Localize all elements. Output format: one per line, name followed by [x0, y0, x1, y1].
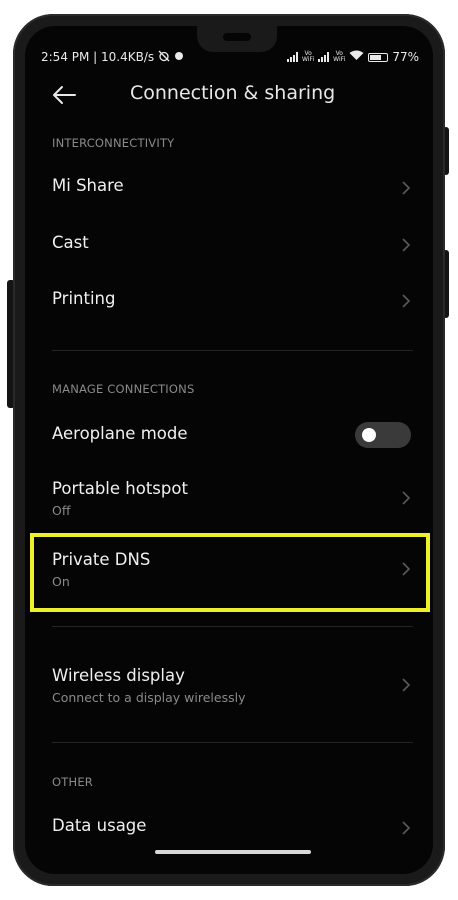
battery-percent: 77% — [392, 50, 419, 64]
divider — [52, 350, 413, 351]
row-title: Cast — [52, 233, 89, 252]
vowifi-label-2: Vo WiFi — [333, 50, 346, 63]
row-title: Aeroplane mode — [52, 424, 188, 443]
list-item-portable-hotspot[interactable]: Portable hotspot Off — [25, 470, 433, 522]
back-arrow-icon[interactable] — [51, 83, 77, 107]
section-label-other: OTHER — [52, 775, 93, 789]
page-title: Connection & sharing — [130, 82, 336, 104]
row-title: Mi Share — [52, 176, 124, 195]
earpiece — [223, 33, 251, 41]
status-time-speed: 2:54 PM | 10.4KB/s — [41, 50, 155, 64]
home-indicator[interactable] — [155, 850, 311, 854]
chevron-right-icon — [402, 491, 411, 505]
chevron-right-icon — [402, 821, 411, 835]
chevron-right-icon — [402, 181, 411, 195]
chevron-right-icon — [402, 678, 411, 692]
battery-icon — [368, 52, 389, 62]
chevron-right-icon — [402, 238, 411, 252]
list-item-printing[interactable]: Printing — [25, 279, 433, 323]
highlight-box — [30, 533, 430, 612]
row-title: Wireless display — [52, 666, 185, 685]
list-item-wireless-display[interactable]: Wireless display Connect to a display wi… — [25, 657, 433, 709]
divider — [52, 626, 413, 627]
alarm-off-icon — [158, 50, 170, 65]
section-label-manage-connections: MANAGE CONNECTIONS — [52, 382, 195, 396]
signal-icon-2 — [318, 52, 330, 62]
chevron-right-icon — [402, 294, 411, 308]
list-item-data-usage[interactable]: Data usage — [25, 806, 433, 850]
app-header: Connection & sharing — [25, 81, 433, 111]
status-bar: 2:54 PM | 10.4KB/s Vo WiFi Vo WiFi 77% — [41, 48, 419, 66]
row-title: Printing — [52, 289, 116, 308]
list-item-cast[interactable]: Cast — [25, 223, 433, 267]
aeroplane-mode-toggle[interactable] — [355, 422, 411, 448]
row-subtitle: Connect to a display wirelessly — [52, 690, 246, 705]
section-label-interconnectivity: INTERCONNECTIVITY — [52, 136, 175, 150]
app-notification-icon — [174, 50, 184, 64]
row-title: Data usage — [52, 816, 147, 835]
row-title: Portable hotspot — [52, 479, 188, 498]
row-subtitle: Off — [52, 503, 71, 518]
phone-screen: 2:54 PM | 10.4KB/s Vo WiFi Vo WiFi 77% C… — [25, 26, 433, 874]
vowifi-label: Vo WiFi — [302, 50, 315, 63]
divider — [52, 742, 413, 743]
list-item-mi-share[interactable]: Mi Share — [25, 166, 433, 210]
wifi-icon — [349, 50, 364, 64]
list-item-aeroplane-mode[interactable]: Aeroplane mode — [25, 414, 433, 458]
signal-icon — [287, 52, 299, 62]
toggle-knob — [362, 428, 376, 442]
